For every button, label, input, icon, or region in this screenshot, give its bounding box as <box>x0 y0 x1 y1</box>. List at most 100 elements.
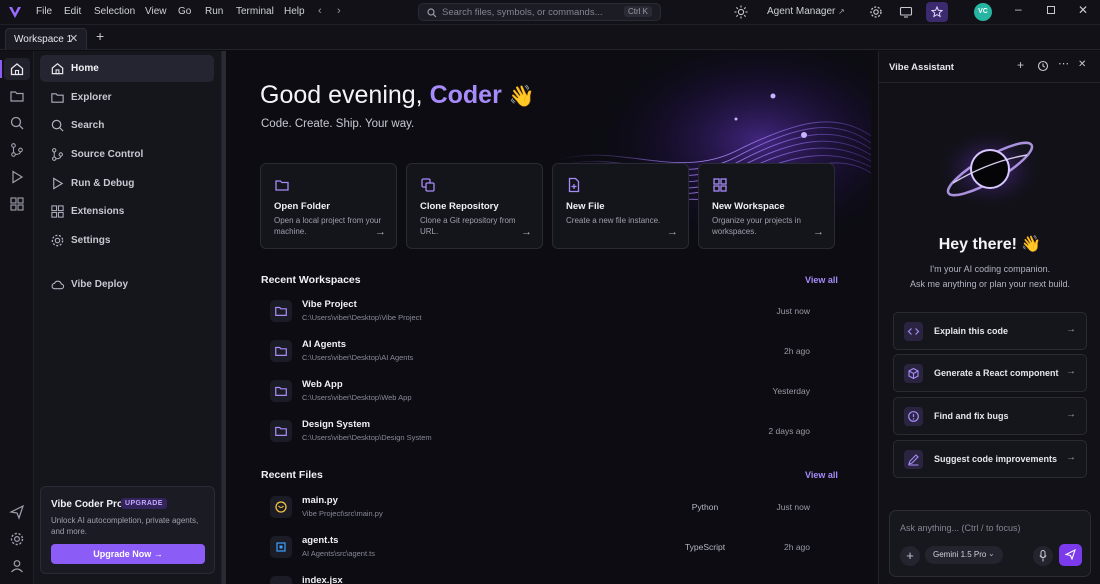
file-plus-icon <box>568 177 580 193</box>
tagline: Code. Create. Ship. Your way. <box>261 118 415 130</box>
copy-icon <box>421 178 435 192</box>
card-title: Open Folder <box>274 201 330 212</box>
suggestion-code-improvements[interactable]: Suggest code improvements → <box>893 440 1087 478</box>
search-icon[interactable] <box>9 115 25 131</box>
favorites-button[interactable] <box>926 2 948 22</box>
theme-sun-icon[interactable] <box>734 5 748 19</box>
workspace-time: Just now <box>776 306 810 316</box>
sidebar-item-label: Source Control <box>71 149 144 160</box>
file-path: Vibe Project\src\main.py <box>302 509 383 518</box>
react-file-icon <box>270 576 292 584</box>
menu-view[interactable]: View <box>145 6 167 17</box>
sidebar-item-extensions[interactable]: Extensions <box>40 198 214 225</box>
upgrade-card: Vibe Coder Pro UPGRADE Unlock AI autocom… <box>40 486 215 574</box>
tab-workspace-1[interactable]: Workspace 1 ✕ <box>5 28 87 50</box>
settings-gear-icon[interactable] <box>869 5 883 19</box>
grid-icon <box>713 178 727 192</box>
run-debug-icon[interactable] <box>9 169 25 185</box>
menu-edit[interactable]: Edit <box>64 6 81 17</box>
arrow-right-icon: → <box>1066 452 1076 463</box>
attach-plus-icon[interactable]: + <box>900 546 920 566</box>
new-workspace-card[interactable]: New Workspace Organize your projects in … <box>698 163 835 249</box>
minimize-icon[interactable]: – <box>1015 2 1022 16</box>
file-row[interactable]: main.py Vibe Project\src\main.py Python … <box>270 491 810 525</box>
sidebar-item-source-control[interactable]: Source Control <box>40 141 214 168</box>
search-icon <box>427 8 437 18</box>
card-description: Organize your projects in workspaces. <box>712 216 801 236</box>
workspace-row[interactable]: Design System C:\Users\viber\Desktop\Des… <box>270 415 810 449</box>
file-row[interactable]: agent.ts AI Agents\src\agent.ts TypeScri… <box>270 531 810 565</box>
settings-gear-icon[interactable] <box>9 531 25 547</box>
workspace-row[interactable]: Vibe Project C:\Users\viber\Desktop\Vibe… <box>270 295 810 329</box>
files-view-all-link[interactable]: View all <box>805 470 838 480</box>
folder-icon <box>275 180 289 191</box>
menu-selection[interactable]: Selection <box>94 6 135 17</box>
sidebar-item-label: Vibe Deploy <box>71 279 129 290</box>
folder-icon <box>270 380 292 402</box>
star-icon <box>931 6 943 18</box>
app-logo-icon[interactable] <box>7 4 23 20</box>
back-arrow-icon[interactable]: ‹ <box>318 5 322 17</box>
microphone-button[interactable] <box>1033 546 1053 566</box>
suggestion-find-bugs[interactable]: Find and fix bugs → <box>893 397 1087 435</box>
home-main-panel: Good evening, Coder 👋 Code. Create. Ship… <box>226 51 871 584</box>
suggestion-explain-code[interactable]: Explain this code → <box>893 312 1087 350</box>
sidebar-item-explorer[interactable]: Explorer <box>40 84 214 111</box>
close-panel-icon[interactable]: ✕ <box>1078 59 1086 70</box>
close-window-icon[interactable]: ✕ <box>1078 3 1088 17</box>
file-row[interactable]: index.jsx <box>270 571 810 584</box>
monitor-icon[interactable] <box>899 5 913 19</box>
sidebar-item-home[interactable]: Home <box>40 55 214 82</box>
sidebar-item-search[interactable]: Search <box>40 112 214 139</box>
source-control-icon[interactable] <box>9 142 25 158</box>
menu-go[interactable]: Go <box>178 6 191 17</box>
chat-input[interactable]: Ask anything... (Ctrl / to focus) <box>900 523 1021 533</box>
workspace-row[interactable]: AI Agents C:\Users\viber\Desktop\AI Agen… <box>270 335 810 369</box>
clone-repository-card[interactable]: Clone Repository Clone a Git repository … <box>406 163 543 249</box>
send-deploy-icon[interactable] <box>9 504 25 520</box>
external-link-icon: ↗ <box>838 7 845 16</box>
workspace-row[interactable]: Web App C:\Users\viber\Desktop\Web App Y… <box>270 375 810 409</box>
workspaces-view-all-link[interactable]: View all <box>805 275 838 285</box>
home-icon[interactable] <box>9 61 25 77</box>
agent-manager-link[interactable]: Agent Manager ↗ <box>767 6 845 17</box>
sidebar-item-label: Run & Debug <box>71 178 135 189</box>
more-options-icon[interactable]: ⋯ <box>1058 57 1069 70</box>
arrow-right-icon: → <box>1066 366 1076 377</box>
folder-icon <box>270 420 292 442</box>
new-file-card[interactable]: New File Create a new file instance. → <box>552 163 689 249</box>
menu-help[interactable]: Help <box>284 6 305 17</box>
menu-run[interactable]: Run <box>205 6 223 17</box>
new-chat-icon[interactable]: + <box>1017 58 1024 72</box>
new-tab-icon[interactable]: + <box>96 28 104 44</box>
sidebar-item-vibe-deploy[interactable]: Vibe Deploy <box>40 271 214 298</box>
send-button[interactable] <box>1059 544 1082 566</box>
menu-file[interactable]: File <box>36 6 52 17</box>
tab-label: Workspace 1 <box>14 34 73 45</box>
file-time: Just now <box>776 502 810 512</box>
command-search-input[interactable]: Search files, symbols, or commands... Ct… <box>418 3 661 21</box>
menu-terminal[interactable]: Terminal <box>236 6 274 17</box>
tab-close-icon[interactable]: ✕ <box>69 32 78 45</box>
upgrade-now-button[interactable]: Upgrade Now → <box>51 544 205 564</box>
suggestion-generate-component[interactable]: Generate a React component → <box>893 354 1087 392</box>
sidebar-item-run-debug[interactable]: Run & Debug <box>40 170 214 197</box>
explorer-folder-icon[interactable] <box>9 88 25 104</box>
model-selector[interactable]: Gemini 1.5 Pro ⌄ <box>925 546 1003 564</box>
history-icon[interactable] <box>1037 60 1049 72</box>
forward-arrow-icon[interactable]: › <box>337 5 341 17</box>
sidebar-item-settings[interactable]: Settings <box>40 227 214 254</box>
open-folder-card[interactable]: Open Folder Open a local project from yo… <box>260 163 397 249</box>
workspace-path: C:\Users\viber\Desktop\Design System <box>302 433 432 442</box>
pro-title: Vibe Coder Pro <box>51 499 124 510</box>
greeting-name: Coder <box>429 81 502 109</box>
extensions-icon[interactable] <box>9 196 25 212</box>
chevron-down-icon: ⌄ <box>988 549 995 558</box>
assistant-panel: Vibe Assistant + ⋯ ✕ Hey there! 👋 I'm yo… <box>878 51 1100 584</box>
assistant-subtitle-line: Ask me anything or plan your next build. <box>909 279 1071 289</box>
maximize-icon[interactable] <box>1047 6 1055 14</box>
search-shortcut: Ctrl K <box>624 6 652 17</box>
user-avatar[interactable]: VC <box>974 3 992 21</box>
account-icon[interactable] <box>9 558 25 574</box>
recent-workspaces-title: Recent Workspaces <box>261 274 361 286</box>
